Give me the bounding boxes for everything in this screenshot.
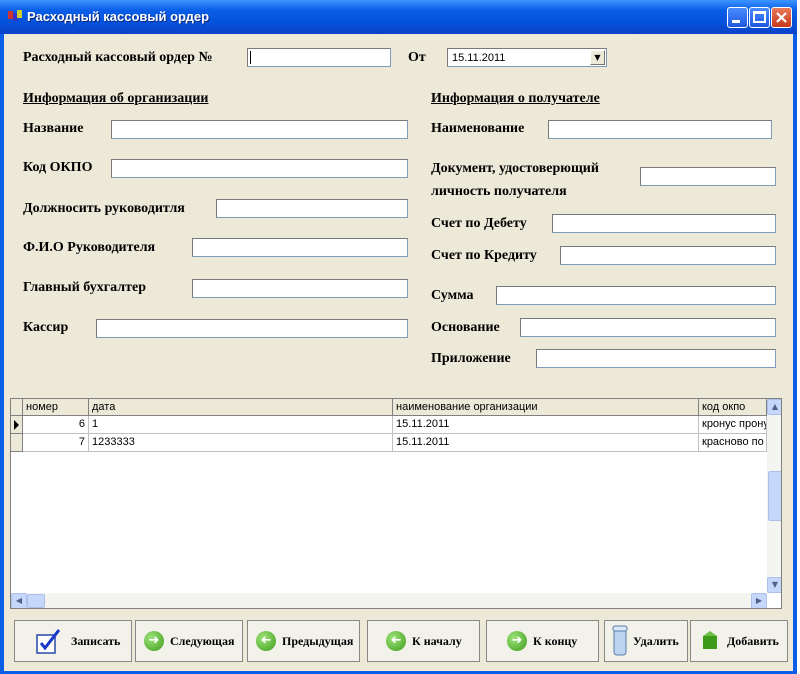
date-value: 15.11.2011 [452, 52, 506, 64]
app-icon [8, 10, 22, 21]
attachment-input[interactable] [536, 349, 776, 368]
arrow-left-icon: ➜ [256, 631, 276, 651]
save-button[interactable]: Записать [14, 620, 132, 662]
cashier-input[interactable] [96, 319, 408, 338]
cell-okpo[interactable]: кронус прону [699, 416, 767, 434]
cell-number[interactable]: 7 [23, 434, 89, 452]
save-pen-icon [36, 629, 61, 654]
chief-accountant-input[interactable] [192, 279, 408, 298]
head-position-input[interactable] [216, 199, 408, 218]
basis-input[interactable] [520, 318, 776, 337]
recipient-name-input[interactable] [548, 120, 772, 139]
chevron-down-icon[interactable]: ▼ [590, 50, 605, 65]
arrow-right-icon: ➜ [144, 631, 164, 651]
close-button[interactable] [771, 7, 792, 28]
cell-date[interactable]: 1 [89, 416, 393, 434]
order-number-input[interactable] [247, 48, 391, 67]
arrow-left-icon: ➜ [386, 631, 406, 651]
first-record-button-label: К началу [412, 633, 462, 648]
attachment-label: Приложение [431, 351, 511, 366]
amount-label: Сумма [431, 288, 474, 303]
amount-input[interactable] [496, 286, 776, 305]
orders-grid[interactable]: номер дата наименование организации код … [10, 398, 782, 609]
add-button[interactable]: Добавить [690, 620, 788, 662]
cashier-label: Кассир [23, 320, 69, 335]
chief-accountant-label: Главный бухгалтер [23, 280, 146, 295]
maximize-icon [753, 11, 766, 23]
recipient-section-header: Информация о получателе [431, 91, 600, 106]
credit-account-label: Счет по Кредиту [431, 248, 537, 263]
org-name-label: Название [23, 121, 84, 136]
col-header-okpo[interactable]: код окпо [699, 399, 767, 416]
next-button-label: Следующая [170, 633, 235, 648]
id-document-label-line2: личность получателя [431, 184, 567, 199]
debit-account-label: Счет по Дебету [431, 216, 527, 231]
recipient-name-label: Наименование [431, 121, 525, 136]
okpo-input[interactable] [111, 159, 408, 178]
close-icon [776, 12, 787, 23]
text-cursor [250, 51, 251, 64]
last-record-button[interactable]: ➜ К концу [486, 620, 599, 662]
save-button-label: Записать [71, 633, 121, 648]
horizontal-scroll-thumb[interactable] [27, 594, 45, 608]
scroll-left-icon[interactable]: ◀ [11, 593, 27, 608]
title-bar[interactable]: Расходный кассовый ордер [0, 0, 797, 34]
add-record-icon [703, 631, 717, 649]
minimize-icon [732, 20, 740, 23]
cell-okpo[interactable]: красново по [699, 434, 767, 452]
trash-icon [612, 625, 628, 656]
previous-button-label: Предыдущая [282, 633, 354, 648]
col-header-org-name[interactable]: наименование организации [393, 399, 699, 416]
cell-date[interactable]: 1233333 [89, 434, 393, 452]
col-header-date[interactable]: дата [89, 399, 393, 416]
date-picker[interactable]: 15.11.2011 ▼ [447, 48, 607, 67]
okpo-label: Код ОКПО [23, 160, 93, 175]
delete-button[interactable]: Удалить [604, 620, 688, 662]
scroll-up-icon[interactable]: ▲ [767, 399, 781, 415]
arrow-right-icon: ➜ [507, 631, 527, 651]
head-name-label: Ф.И.О Руководителя [23, 240, 156, 255]
vertical-scroll-thumb[interactable] [768, 471, 781, 521]
scroll-down-icon[interactable]: ▼ [767, 577, 781, 593]
minimize-button[interactable] [727, 7, 748, 28]
basis-label: Основание [431, 320, 500, 335]
head-position-label: Должносить руководитля [23, 201, 185, 216]
first-record-button[interactable]: ➜ К началу [367, 620, 480, 662]
next-button[interactable]: ➜ Следующая [135, 620, 243, 662]
add-button-label: Добавить [727, 633, 779, 648]
id-document-label-line1: Документ, удостоверющий [431, 161, 599, 176]
horizontal-scrollbar[interactable]: ◀ ▶ [11, 593, 767, 608]
org-name-input[interactable] [111, 120, 408, 139]
debit-account-input[interactable] [552, 214, 776, 233]
cell-org-name[interactable]: 15.11.2011 [393, 434, 699, 452]
col-header-number[interactable]: номер [23, 399, 89, 416]
scroll-right-icon[interactable]: ▶ [751, 593, 767, 608]
delete-button-label: Удалить [633, 633, 679, 648]
grid-corner [11, 399, 23, 416]
last-record-button-label: К концу [533, 633, 578, 648]
row-pointer-icon [14, 420, 19, 430]
vertical-scrollbar[interactable]: ▲ ▼ [767, 399, 781, 593]
window-title: Расходный кассовый ордер [27, 9, 210, 24]
id-document-input[interactable] [640, 167, 776, 186]
cell-number[interactable]: 6 [23, 416, 89, 434]
head-name-input[interactable] [192, 238, 408, 257]
credit-account-input[interactable] [560, 246, 776, 265]
row-indicator [11, 434, 23, 452]
maximize-button[interactable] [749, 7, 770, 28]
org-section-header: Информация об организации [23, 91, 209, 106]
date-label: От [408, 50, 426, 65]
order-number-label: Расходный кассовый ордер № [23, 50, 213, 65]
cell-org-name[interactable]: 15.11.2011 [393, 416, 699, 434]
previous-button[interactable]: ➜ Предыдущая [247, 620, 360, 662]
current-row-indicator [11, 416, 23, 434]
